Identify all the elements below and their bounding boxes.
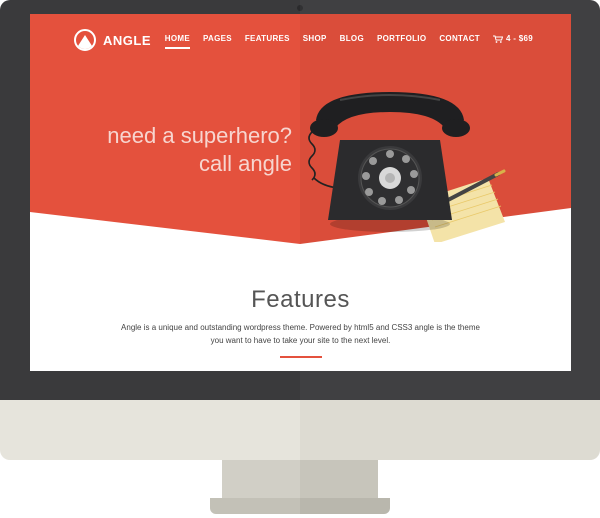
nav-links: HOME PAGES FEATURES SHOP BLOG PORTFOLIO … [164,34,533,49]
website-screen: ANGLE HOME PAGES FEATURES SHOP BLOG PORT… [30,14,571,371]
nav-item-pages[interactable]: PAGES [203,34,232,43]
telephone-illustration [308,92,506,242]
hero-section: ANGLE HOME PAGES FEATURES SHOP BLOG PORT… [30,14,571,254]
nav-item-home[interactable]: HOME [164,34,191,49]
nav-item-contact[interactable]: CONTACT [439,34,480,43]
features-title: Features [251,286,350,313]
hero-headline: need a superhero? call angle [30,122,292,178]
monitor-chin [0,400,600,460]
monitor-stand-neck [222,460,378,500]
cart-label: 4 - $69 [505,34,533,43]
logo[interactable]: ANGLE [74,29,151,51]
navbar: ANGLE HOME PAGES FEATURES SHOP BLOG PORT… [30,14,571,58]
hero-headline-line2: call angle [199,151,292,176]
monitor-stand-base [210,498,390,514]
nav-item-portfolio[interactable]: PORTFOLIO [377,34,426,43]
cart-icon [492,35,503,43]
features-description-line1: Angle is a unique and outstanding wordpr… [121,323,480,332]
features-description: Angle is a unique and outstanding wordpr… [110,321,491,347]
features-description-line2: you want to have to take your site to th… [210,336,391,345]
nav-item-features[interactable]: FEATURES [245,34,290,43]
nav-item-cart[interactable]: 4 - $69 [492,34,533,43]
camera-dot [297,5,303,11]
logo-text: ANGLE [103,32,151,48]
hero-headline-line1: need a superhero? [107,123,292,148]
nav-item-blog[interactable]: BLOG [340,34,364,43]
features-divider [280,356,322,358]
nav-item-shop[interactable]: SHOP [303,34,327,43]
angle-logo-icon [74,29,96,51]
